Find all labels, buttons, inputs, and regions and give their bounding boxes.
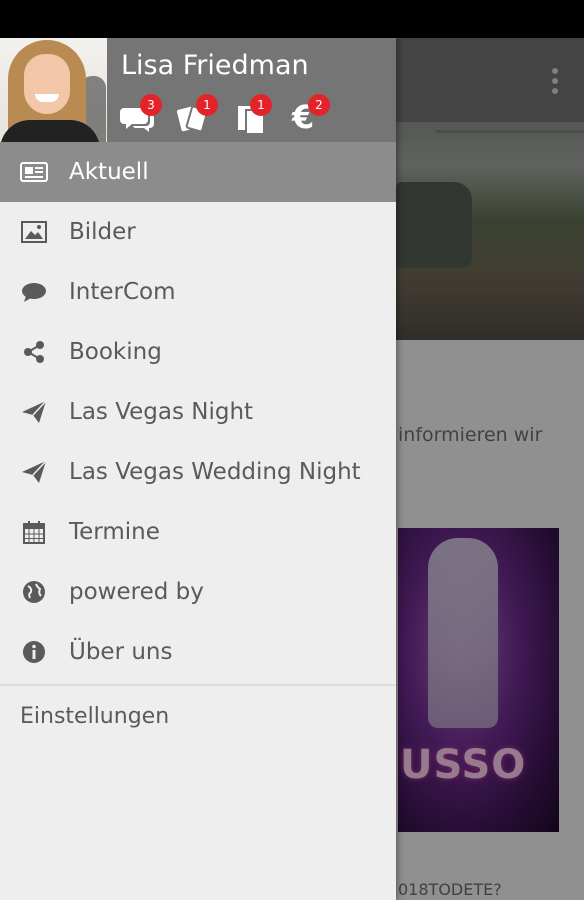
menu-item-label: Termine [69, 519, 160, 545]
documents-badge: 1 [250, 94, 272, 116]
menu-item-label: Booking [69, 339, 162, 365]
euro-badge: 2 [308, 94, 330, 116]
menu-item-las-vegas-wedding-night[interactable]: Las Vegas Wedding Night [0, 442, 396, 502]
info-icon [20, 640, 48, 664]
documents-button[interactable]: 1 [234, 94, 280, 138]
menu-item-label: powered by [69, 579, 204, 605]
avatar[interactable] [0, 38, 107, 142]
settings-label: Einstellungen [20, 704, 170, 729]
payments-button[interactable]: € 2 [292, 94, 338, 138]
menu-item-bilder[interactable]: Bilder [0, 202, 396, 262]
menu-item-intercom[interactable]: InterCom [0, 262, 396, 322]
drawer-header: Lisa Friedman 3 1 1 € 2 [0, 38, 396, 142]
menu-item-label: InterCom [69, 279, 176, 305]
status-bar [0, 0, 584, 38]
chat-bubble-icon [20, 280, 48, 304]
menu-item-termine[interactable]: Termine [0, 502, 396, 562]
user-name: Lisa Friedman [121, 50, 309, 81]
menu-item-aktuell[interactable]: Aktuell [0, 142, 396, 202]
menu-item-ueber-uns[interactable]: Über uns [0, 622, 396, 682]
menu-item-label: Über uns [69, 639, 173, 665]
settings-item[interactable]: Einstellungen [0, 686, 396, 748]
share-icon [20, 340, 48, 364]
menu-item-label: Las Vegas Wedding Night [69, 459, 361, 485]
menu-item-booking[interactable]: Booking [0, 322, 396, 382]
menu-item-las-vegas-night[interactable]: Las Vegas Night [0, 382, 396, 442]
menu-item-label: Bilder [69, 219, 136, 245]
newspaper-icon [20, 160, 48, 184]
header-icon-row: 3 1 1 € 2 [118, 94, 388, 138]
globe-icon [20, 580, 48, 604]
menu-item-label: Las Vegas Night [69, 399, 254, 425]
cards-badge: 1 [196, 94, 218, 116]
drawer-menu: Aktuell Bilder InterCom Booking Las Vega… [0, 142, 396, 748]
paper-plane-icon [20, 460, 48, 484]
menu-item-powered-by[interactable]: powered by [0, 562, 396, 622]
messages-badge: 3 [140, 94, 162, 116]
cards-button[interactable]: 1 [174, 94, 220, 138]
navigation-drawer: Lisa Friedman 3 1 1 € 2 Aktuell Bilder I… [0, 38, 396, 900]
calendar-icon [20, 520, 48, 544]
menu-item-label: Aktuell [69, 159, 149, 185]
messages-button[interactable]: 3 [118, 94, 164, 138]
paper-plane-icon [20, 400, 48, 424]
image-icon [20, 220, 48, 244]
